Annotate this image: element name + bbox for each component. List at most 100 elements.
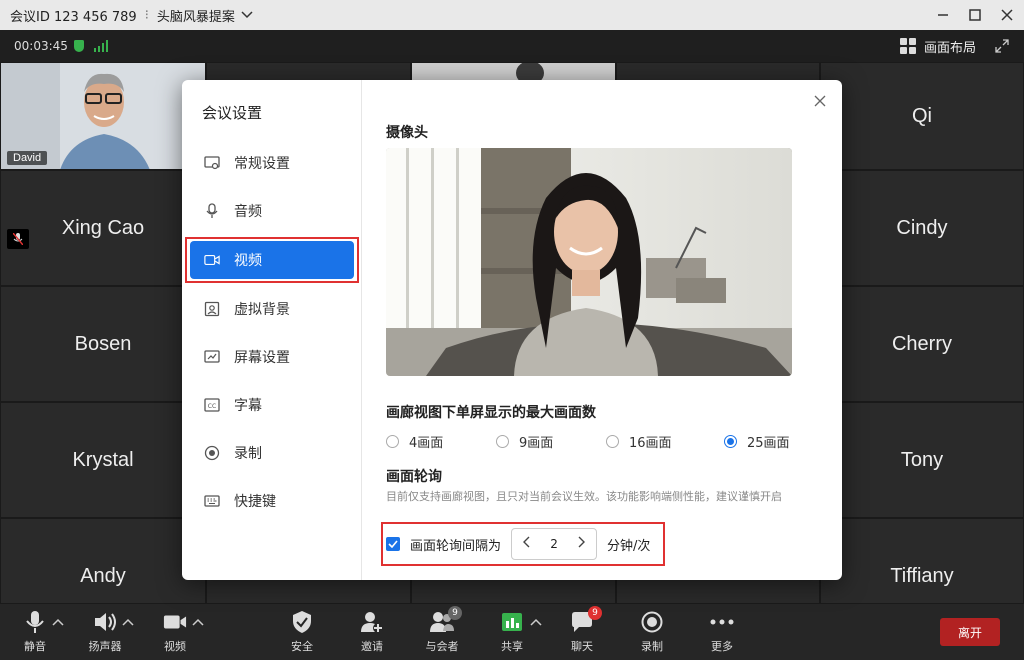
video-tile[interactable]: Krystal: [0, 402, 206, 518]
gallery-radio-group: 4画面 9画面 16画面 25画面: [386, 432, 806, 452]
keyboard-icon: [204, 493, 220, 509]
radio-label: 4画面: [409, 436, 444, 451]
radio-label: 16画面: [629, 436, 672, 451]
video-label: 视频: [164, 640, 186, 653]
chevron-up-icon[interactable]: [52, 616, 64, 629]
nav-item-label: 屏幕设置: [234, 350, 290, 366]
chat-button[interactable]: 9 聊天: [557, 606, 607, 654]
speaker-label: 扬声器: [88, 640, 122, 653]
dialog-title: 会议设置: [202, 104, 263, 122]
radio-4-tiles[interactable]: 4画面: [386, 432, 443, 451]
meeting-topic[interactable]: 头脑风暴提案: [157, 6, 235, 25]
chat-label: 聊天: [571, 640, 593, 653]
nav-item-record[interactable]: 录制: [190, 434, 354, 472]
invite-label: 邀请: [361, 640, 383, 653]
maximize-icon[interactable]: [968, 8, 982, 22]
layout-button[interactable]: 画面布局: [899, 30, 976, 62]
chevron-up-icon[interactable]: [530, 616, 542, 629]
nav-item-audio[interactable]: 音频: [190, 192, 354, 230]
video-tile[interactable]: Bosen: [0, 286, 206, 402]
security-label: 安全: [291, 640, 313, 653]
fullscreen-icon[interactable]: [994, 38, 1010, 54]
radio-circle[interactable]: [496, 435, 509, 448]
minimize-icon[interactable]: [936, 8, 950, 22]
video-tile[interactable]: Tony: [820, 402, 1024, 518]
monitor-icon: [204, 155, 220, 171]
highlight-box: [185, 237, 359, 283]
speaker-icon: [93, 610, 117, 634]
chat-count-badge: 9: [588, 606, 602, 620]
more-label: 更多: [711, 640, 733, 653]
nav-item-screen[interactable]: 屏幕设置: [190, 338, 354, 376]
security-button[interactable]: 安全: [277, 610, 327, 654]
video-tile[interactable]: Cherry: [820, 286, 1024, 402]
nav-item-shortcuts[interactable]: 快捷键: [190, 482, 354, 520]
nav-item-label: 字幕: [234, 398, 262, 414]
nav-item-label: 常规设置: [234, 156, 290, 172]
add-user-icon: [360, 610, 384, 634]
more-button[interactable]: 更多: [697, 610, 747, 654]
settings-sidebar: 会议设置 常规设置 音频 视频 虚拟背景 屏幕设置 CC 字幕 录制 快捷键: [182, 80, 362, 580]
nav-item-captions[interactable]: CC 字幕: [190, 386, 354, 424]
nav-item-general[interactable]: 常规设置: [190, 144, 354, 182]
radio-circle[interactable]: [386, 435, 399, 448]
grid-icon: [899, 38, 916, 54]
shield-icon[interactable]: [73, 40, 84, 52]
radio-16-tiles[interactable]: 16画面: [606, 432, 672, 451]
radio-25-tiles[interactable]: 25画面: [724, 432, 790, 451]
chevron-up-icon[interactable]: [122, 616, 134, 629]
polling-description: 目前仅支持画廊视图，且只对当前会议生效。该功能影响端侧性能，建议谨慎开启: [386, 490, 782, 503]
participant-name: Xing Cao: [61, 216, 145, 239]
cc-icon: CC: [204, 397, 220, 413]
radio-circle[interactable]: [724, 435, 737, 448]
polling-title: 画面轮询: [386, 469, 442, 485]
chevron-up-icon[interactable]: [192, 616, 204, 629]
more-icon: [710, 610, 734, 634]
close-window-icon[interactable]: [1000, 8, 1014, 22]
mute-label: 静音: [24, 640, 46, 653]
participants-label: 与会者: [425, 640, 459, 653]
gallery-title: 画廊视图下单屏显示的最大画面数: [386, 405, 596, 421]
record-icon: [204, 445, 220, 461]
microphone-icon: [23, 610, 47, 634]
invite-button[interactable]: 邀请: [347, 610, 397, 654]
nav-item-label: 音频: [234, 204, 262, 220]
meeting-id: 会议ID 123 456 789: [10, 9, 137, 25]
video-tile[interactable]: Cindy: [820, 170, 1024, 286]
participant-name: Cherry: [891, 332, 952, 355]
info-bar: 00:03:45 画面布局: [0, 30, 1024, 62]
nav-item-label: 虚拟背景: [234, 302, 290, 318]
meeting-toolbar: 静音 扬声器 视频 安全 邀请 9 与会者 共享 9 聊天 录制 更多 离开: [0, 604, 1024, 660]
participant-name: Krystal: [72, 448, 134, 471]
mic-muted-icon: [7, 229, 29, 249]
chevron-down-icon[interactable]: [241, 8, 253, 22]
shield-icon: [290, 610, 314, 634]
nav-item-label: 快捷键: [234, 494, 276, 510]
nav-item-virtual-background[interactable]: 虚拟背景: [190, 290, 354, 328]
share-screen-icon: [500, 610, 524, 634]
video-tile[interactable]: Tiffiany: [820, 518, 1024, 604]
nav-item-label: 录制: [234, 446, 262, 462]
meeting-settings-dialog: 会议设置 常规设置 音频 视频 虚拟背景 屏幕设置 CC 字幕 录制 快捷键 摄…: [182, 80, 842, 580]
participant-name: Cindy: [896, 216, 948, 239]
layout-label: 画面布局: [923, 40, 976, 56]
record-button[interactable]: 录制: [627, 610, 677, 654]
microphone-icon: [204, 203, 220, 219]
radio-circle[interactable]: [606, 435, 619, 448]
video-tile[interactable]: Andy: [0, 518, 206, 604]
portrait-icon: [204, 301, 220, 317]
participants-count-badge: 9: [448, 606, 462, 620]
video-tile[interactable]: Xing Cao: [0, 170, 206, 286]
signal-icon[interactable]: [93, 40, 108, 52]
chat-icon: 9: [570, 606, 602, 634]
video-tile[interactable]: Qi: [820, 62, 1024, 170]
participants-icon: 9: [430, 606, 462, 634]
record-icon: [640, 610, 664, 634]
leave-button[interactable]: 离开: [940, 618, 1000, 646]
participant-name: Tiffiany: [890, 564, 954, 587]
video-settings-panel: 摄像头 画廊视图下单屏显示的最大画面数 4画面 9画面 16画面 25画面 画面…: [362, 80, 842, 580]
participant-name: Qi: [912, 104, 932, 127]
radio-9-tiles[interactable]: 9画面: [496, 432, 553, 451]
participants-button[interactable]: 9 与会者: [417, 606, 467, 654]
video-tile-david[interactable]: David: [0, 62, 206, 170]
